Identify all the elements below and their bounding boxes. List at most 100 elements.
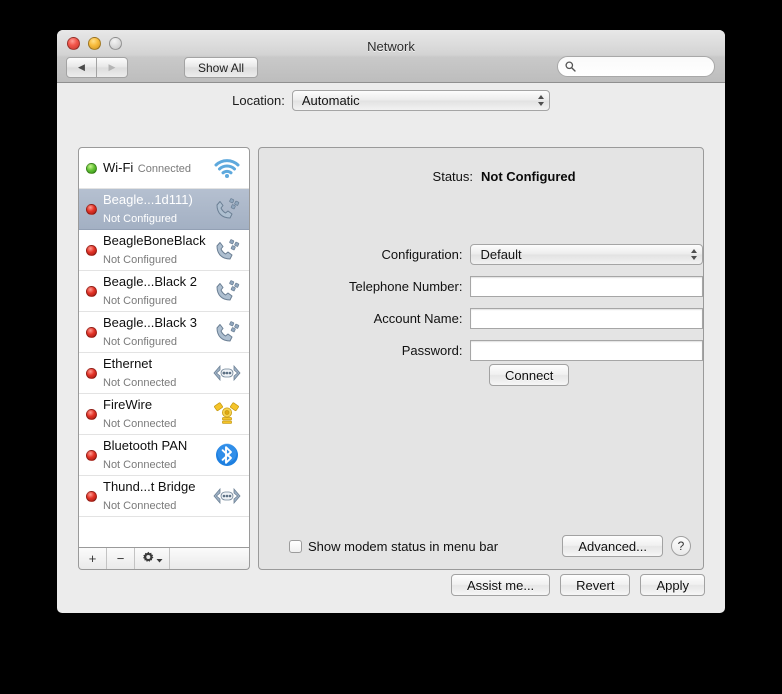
service-name: BeagleBoneBlack: [103, 233, 206, 248]
assist-me-label: Assist me...: [466, 577, 535, 593]
status-dot-icon: [86, 326, 97, 338]
telephone-input[interactable]: [470, 276, 703, 297]
question-mark-icon: ?: [677, 539, 685, 553]
title-bar: Network ◀ ▶ Show All: [57, 30, 725, 83]
service-status: Not Configured: [103, 336, 177, 348]
ethernet-icon: [211, 358, 243, 388]
list-item[interactable]: Bluetooth PAN Not Connected: [79, 435, 249, 476]
password-label: Password:: [401, 343, 463, 358]
list-item[interactable]: Wi-Fi Connected: [79, 148, 249, 189]
bluetooth-icon: [211, 440, 243, 470]
apply-label: Apply: [656, 577, 689, 593]
status-value: Not Configured: [481, 169, 576, 184]
password-row: Password:: [259, 340, 703, 361]
chevron-updown-icon: [537, 91, 544, 110]
connect-label: Connect: [505, 367, 554, 383]
configuration-label: Configuration:: [381, 247, 463, 262]
service-status: Not Connected: [103, 377, 177, 389]
service-status: Connected: [137, 163, 191, 175]
triangle-right-icon: ▶: [108, 62, 116, 72]
revert-label: Revert: [576, 577, 615, 593]
show-modem-status-label: Show modem status in menu bar: [308, 538, 499, 554]
list-item[interactable]: BeagleBoneBlack Not Configured: [79, 230, 249, 271]
triangle-left-icon: ◀: [78, 62, 85, 72]
account-name-input[interactable]: [470, 308, 703, 329]
service-name: Thund...t Bridge: [103, 479, 196, 494]
assist-me-button[interactable]: Assist me...: [450, 574, 551, 596]
plus-icon: +: [88, 551, 97, 566]
search-field[interactable]: [557, 56, 725, 77]
modem-phone-icon: [211, 235, 243, 265]
chevron-down-icon: [156, 551, 163, 566]
modem-phone-icon: [211, 276, 243, 306]
service-list-toolbar: + −: [78, 548, 250, 570]
navigation-buttons: ◀ ▶: [66, 57, 128, 78]
connect-row: Connect: [489, 364, 570, 386]
advanced-button[interactable]: Advanced...: [562, 535, 663, 557]
search-input[interactable]: [576, 59, 725, 74]
service-status: Not Connected: [103, 500, 177, 512]
service-toolbar-spacer: [170, 548, 249, 569]
add-service-button[interactable]: +: [79, 548, 107, 569]
service-name: Ethernet: [103, 356, 153, 371]
service-status: Not Connected: [103, 459, 177, 471]
status-dot-icon: [86, 203, 97, 215]
configuration-popup[interactable]: Default: [470, 244, 703, 265]
location-selected-value: Automatic: [301, 93, 360, 108]
service-name: FireWire: [103, 397, 153, 412]
forward-button: ▶: [97, 57, 128, 78]
status-dot-icon: [86, 244, 97, 256]
revert-button[interactable]: Revert: [560, 574, 631, 596]
location-row: Location: Automatic: [57, 90, 725, 111]
back-button[interactable]: ◀: [66, 57, 97, 78]
password-input[interactable]: [470, 340, 703, 361]
remove-service-button[interactable]: −: [107, 548, 135, 569]
configuration-selected-value: Default: [480, 247, 522, 262]
status-row: Status: Not Configured: [259, 169, 703, 184]
configuration-row: Configuration: Default: [259, 244, 703, 265]
location-label: Location:: [232, 93, 285, 108]
service-name: Beagle...Black 3: [103, 315, 197, 330]
chevron-updown-icon: [691, 245, 697, 264]
show-all-label: Show All: [198, 60, 245, 75]
service-name: Beagle...Black 2: [103, 274, 197, 289]
show-modem-status-checkbox[interactable]: [289, 539, 302, 553]
list-item[interactable]: Beagle...1d111) Not Configured: [79, 189, 249, 230]
advanced-label: Advanced...: [578, 538, 647, 554]
show-all-button[interactable]: Show All: [184, 57, 259, 78]
modem-status-row: Show modem status in menu bar Advanced..…: [289, 535, 691, 557]
status-dot-icon: [86, 285, 97, 297]
footer-buttons: Assist me... Revert Apply: [450, 574, 705, 596]
network-preferences-window: Network ◀ ▶ Show All Location: Automatic…: [57, 30, 725, 613]
minus-icon: −: [116, 551, 125, 566]
help-button[interactable]: ?: [671, 536, 691, 556]
service-actions-button[interactable]: [135, 548, 170, 569]
ethernet-icon: [211, 481, 243, 511]
status-dot-icon: [86, 162, 97, 174]
location-popup[interactable]: Automatic: [291, 90, 550, 111]
list-item[interactable]: Beagle...Black 3 Not Configured: [79, 312, 249, 353]
status-dot-icon: [86, 367, 97, 379]
network-services-list[interactable]: Wi-Fi Connected Beagle...1d111) Not Conf: [78, 147, 250, 548]
account-row: Account Name:: [259, 308, 703, 329]
modem-phone-icon: [211, 194, 243, 224]
service-name: Beagle...1d111): [103, 192, 193, 207]
status-label: Status:: [432, 169, 473, 184]
status-dot-icon: [86, 449, 97, 461]
list-item[interactable]: FireWire Not Connected: [79, 394, 249, 435]
modem-phone-icon: [211, 317, 243, 347]
status-dot-icon: [86, 490, 97, 502]
service-status: Not Configured: [103, 254, 177, 266]
firewire-icon: [211, 399, 243, 429]
connect-button[interactable]: Connect: [489, 364, 570, 386]
list-item[interactable]: Beagle...Black 2 Not Configured: [79, 271, 249, 312]
list-item[interactable]: Ethernet Not Connected: [79, 353, 249, 394]
service-status: Not Configured: [103, 295, 177, 307]
service-name: Bluetooth PAN: [103, 438, 188, 453]
search-icon: [565, 61, 576, 72]
list-item[interactable]: Thund...t Bridge Not Connected: [79, 476, 249, 517]
gear-icon: [142, 551, 155, 567]
telephone-label: Telephone Number:: [348, 279, 463, 294]
apply-button[interactable]: Apply: [640, 574, 705, 596]
service-detail-pane: Status: Not Configured Configuration: De…: [258, 147, 704, 570]
